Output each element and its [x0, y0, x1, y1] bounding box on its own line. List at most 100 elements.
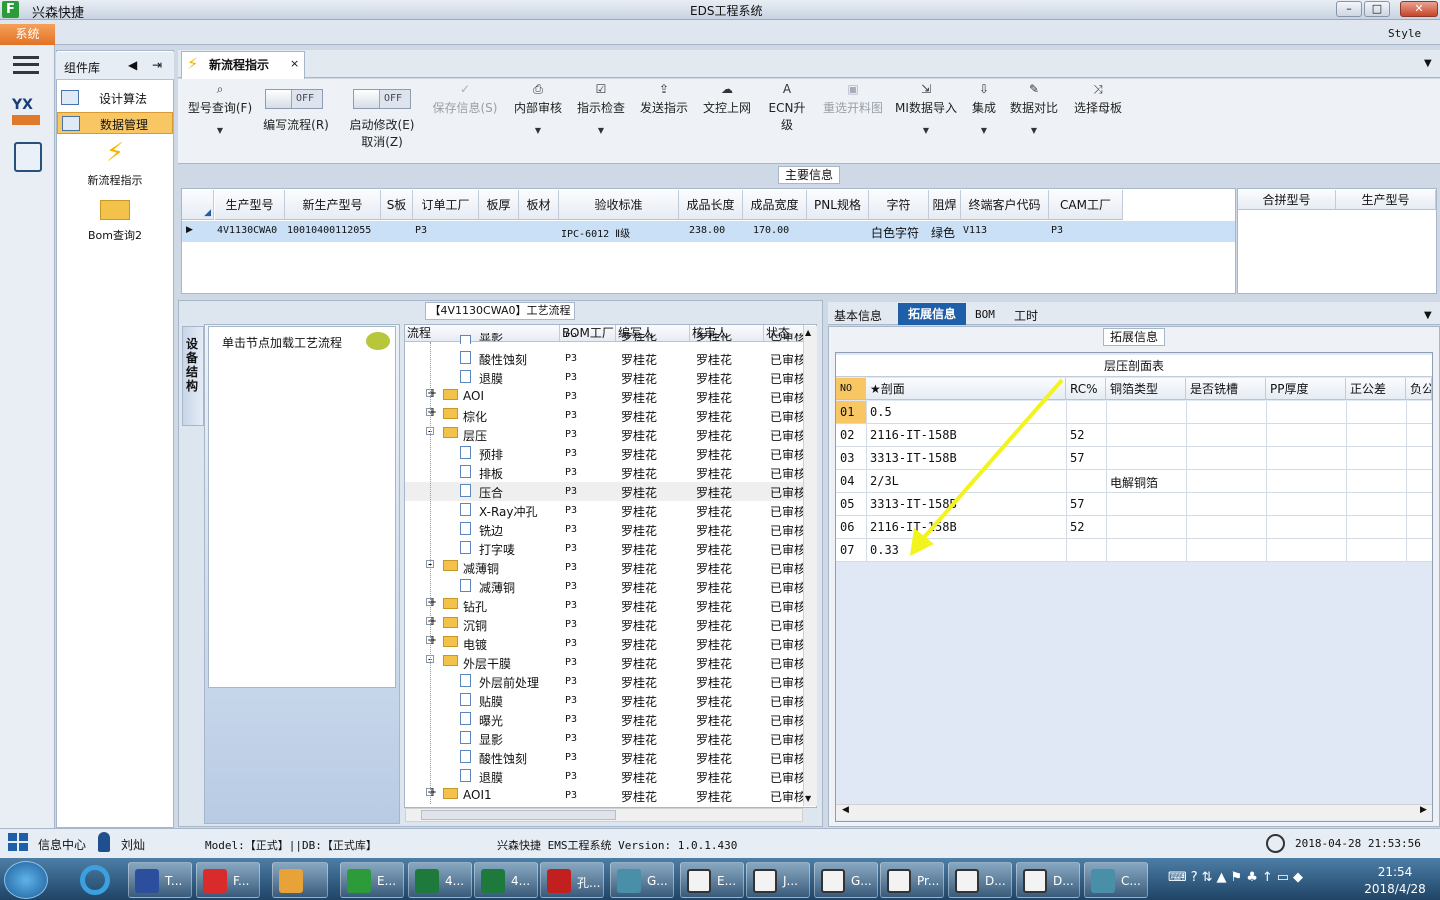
hamburger-menu-icon[interactable]	[13, 56, 39, 74]
table-cell[interactable]: IPC-6012 Ⅱ级	[561, 225, 679, 240]
taskbar-item[interactable]: E...	[340, 862, 404, 898]
ribbon-button-10[interactable]: ✎ 数据对比 ▼	[1008, 82, 1060, 135]
tree-row[interactable]: 显影 P3 罗桂花 罗桂花 已审核	[405, 729, 803, 748]
taskbar-item[interactable]: 4...	[408, 862, 472, 898]
ie-icon[interactable]	[68, 862, 124, 898]
tree-row[interactable]: 打字唛 P3 罗桂花 罗桂花 已审核	[405, 539, 803, 558]
dropdown-arrow-icon[interactable]: ▼	[893, 126, 959, 135]
taskbar-item[interactable]: J...	[746, 862, 810, 898]
tab-work-hours[interactable]: 工时	[1014, 307, 1038, 324]
table-cell[interactable]: 4V1130CWA0	[217, 225, 285, 236]
tree-row[interactable]: + 沉铜 P3 罗桂花 罗桂花 已审核	[405, 615, 803, 634]
tab-dropdown-icon[interactable]: ▼	[1424, 58, 1432, 69]
tree-row[interactable]: 预排 P3 罗桂花 罗桂花 已审核	[405, 444, 803, 463]
ribbon-button-0[interactable]: ⌕ 型号查询(F) ▼	[185, 82, 255, 135]
grid-icon[interactable]	[8, 833, 28, 851]
lamination-hscroll[interactable]	[836, 804, 1432, 820]
taskbar-item[interactable]: 孔...	[540, 862, 604, 898]
folder-open-icon[interactable]	[95, 196, 135, 226]
table-cell[interactable]: 238.00	[681, 225, 743, 236]
taskbar-item[interactable]: T...	[128, 862, 192, 898]
tree-row[interactable]: 贴膜 P3 罗桂花 罗桂花 已审核	[405, 691, 803, 710]
scroll-down-icon[interactable]: ▼	[805, 794, 811, 803]
taskbar-item[interactable]: D...	[1016, 862, 1080, 898]
lamination-column-header[interactable]: 负公	[1406, 378, 1432, 400]
ribbon-button-3[interactable]: ☑ 指示检查 ▼	[576, 82, 626, 135]
tree-row[interactable]: - 减薄铜 P3 罗桂花 罗桂花 已审核	[405, 558, 803, 577]
ribbon-button-1[interactable]: ✓ 保存信息(S)	[430, 82, 500, 116]
tree-row[interactable]: - 层压 P3 罗桂花 罗桂花 已审核	[405, 425, 803, 444]
tree-row[interactable]: 酸性蚀刻 P3 罗桂花 罗桂花 已审核	[405, 349, 803, 368]
lamination-column-header[interactable]: PP厚度	[1266, 378, 1346, 400]
ribbon-button-4[interactable]: ⇪ 发送指示	[638, 82, 690, 116]
ext-dropdown-icon[interactable]: ▼	[1424, 310, 1432, 321]
tree-row[interactable]: + AOI1 P3 罗桂花 罗桂花 已审核	[405, 786, 803, 805]
tab-basic-info[interactable]: 基本信息	[834, 307, 882, 324]
tray-icons[interactable]: ⌨?⇅▲⚑♣↑▭◆	[1168, 870, 1348, 890]
column-header[interactable]: 阻焊	[929, 190, 961, 220]
collapse-arrow-icon[interactable]: ◀	[128, 58, 137, 72]
table-cell[interactable]: 白色字符	[871, 224, 929, 241]
dropdown-arrow-icon[interactable]: ▼	[967, 126, 1001, 135]
tree-hscroll-thumb[interactable]	[421, 810, 616, 820]
tree-row[interactable]: + 电镀 P3 罗桂花 罗桂花 已审核	[405, 634, 803, 653]
ribbon-button-8[interactable]: ⇲ MI数据导入 ▼	[893, 82, 959, 135]
ribbon-button-11[interactable]: ⤨ 选择母板	[1073, 82, 1123, 116]
tree-row[interactable]: 退膜 P3 罗桂花 罗桂花 已审核	[405, 368, 803, 387]
lightning-icon[interactable]: ⚡	[95, 138, 135, 168]
column-header[interactable]: S板	[381, 190, 413, 220]
taskbar-item[interactable]: D...	[948, 862, 1012, 898]
write-flow-toggle[interactable]: OFF	[265, 89, 323, 109]
info-center-link[interactable]: 信息中心	[38, 836, 86, 853]
column-header[interactable]: 成品宽度	[743, 190, 807, 220]
dropdown-arrow-icon[interactable]: ▼	[512, 126, 564, 135]
tree-row[interactable]: + 钻孔 P3 罗桂花 罗桂花 已审核	[405, 596, 803, 615]
lamination-column-header[interactable]: 正公差	[1346, 378, 1406, 400]
start-modify-toggle[interactable]: OFF	[353, 89, 411, 109]
taskbar-item[interactable]: E...	[680, 862, 744, 898]
scroll-up-icon[interactable]: ▲	[805, 328, 811, 337]
column-header[interactable]: 新生产型号	[285, 190, 381, 220]
ribbon-button-7[interactable]: ▣ 重选开料图	[821, 82, 885, 116]
taskbar-item[interactable]: G...	[610, 862, 674, 898]
close-button[interactable]: ✕	[1400, 1, 1438, 17]
pin-icon[interactable]: ⇥	[152, 58, 162, 72]
dropdown-arrow-icon[interactable]: ▼	[185, 126, 255, 135]
comp-item-data-management[interactable]: 数据管理	[57, 112, 173, 134]
tree-row[interactable]: 曝光 P3 罗桂花 罗桂花 已审核	[405, 710, 803, 729]
column-header[interactable]: 板材	[519, 190, 559, 220]
minimize-button[interactable]: –	[1336, 1, 1362, 17]
taskbar-item[interactable]: C...	[1084, 862, 1148, 898]
tree-row[interactable]: + AOI P3 罗桂花 罗桂花 已审核	[405, 387, 803, 406]
table-cell[interactable]: P3	[415, 225, 479, 236]
tree-row[interactable]: - 外层干膜 P3 罗桂花 罗桂花 已审核	[405, 653, 803, 672]
tree-row[interactable]: 酸性蚀刻 P3 罗桂花 罗桂花 已审核	[405, 748, 803, 767]
tree-row[interactable]: 排板 P3 罗桂花 罗桂花 已审核	[405, 463, 803, 482]
calculator-icon[interactable]	[14, 142, 42, 172]
taskbar-item[interactable]: Pr...	[880, 862, 944, 898]
style-menu[interactable]: Style	[1388, 27, 1421, 40]
start-button-icon[interactable]	[4, 861, 48, 899]
tree-vertical-scrollbar[interactable]	[803, 326, 817, 806]
column-header[interactable]: 字符	[869, 190, 929, 220]
column-header[interactable]: 终端客户代码	[961, 190, 1049, 220]
table-cell[interactable]: 170.00	[745, 225, 807, 236]
tree-row[interactable]: 显影 P3 罗桂花 罗桂花 已审核	[405, 333, 803, 344]
taskbar-clock[interactable]: 21:54 2018/4/28	[1350, 864, 1440, 898]
taskbar-item[interactable]: 4...	[474, 862, 538, 898]
maximize-button[interactable]: □	[1364, 1, 1390, 17]
lamination-column-header[interactable]: 是否铣槽	[1186, 378, 1266, 400]
lamination-column-header[interactable]: RC%	[1066, 378, 1106, 400]
dropdown-arrow-icon[interactable]: ▼	[576, 126, 626, 135]
factory-icon[interactable]: YX	[12, 97, 44, 127]
dropdown-arrow-icon[interactable]: ▼	[1008, 126, 1060, 135]
column-header[interactable]: CAM工厂	[1049, 190, 1123, 220]
ribbon-button-5[interactable]: ☁ 文控上网	[701, 82, 753, 116]
ribbon-button-2[interactable]: ⎙ 内部审核 ▼	[512, 82, 564, 135]
column-header[interactable]: PNL规格	[807, 190, 869, 220]
lamination-column-header[interactable]: NO	[836, 378, 866, 400]
scroll-right-icon[interactable]: ▶	[1420, 805, 1427, 815]
tree-row[interactable]: 退膜 P3 罗桂花 罗桂花 已审核	[405, 767, 803, 786]
tab-extended-info[interactable]: 拓展信息	[898, 303, 966, 325]
bom-query-label[interactable]: Bom查询2	[56, 227, 174, 243]
